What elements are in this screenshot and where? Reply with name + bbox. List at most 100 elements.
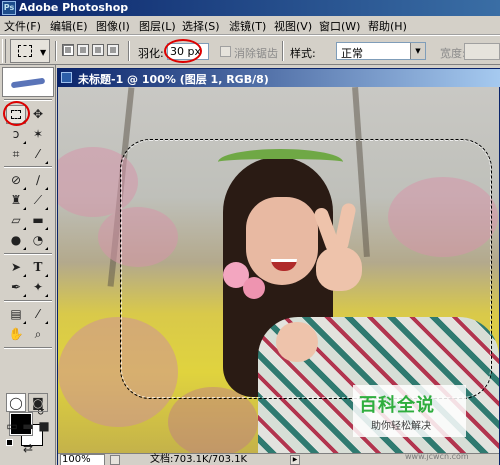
bandage-icon: ⊘	[10, 173, 22, 187]
slice-icon: ⁄	[36, 147, 39, 161]
jump-to-imageready-button[interactable]: ⇄	[6, 439, 50, 458]
width-label: 宽度:	[440, 47, 466, 60]
divider	[128, 41, 130, 61]
screen-mode-icon: ▬	[22, 419, 34, 433]
menu-window[interactable]: 窗口(W)	[319, 18, 360, 34]
gradient-icon: ▬	[32, 213, 44, 227]
notes-tool[interactable]: ▤	[6, 305, 26, 324]
rect-marquee-icon	[18, 45, 32, 57]
subtract-from-selection-button[interactable]	[92, 44, 104, 56]
menu-select[interactable]: 选择(S)	[182, 18, 220, 34]
menu-bar: 文件(F) 编辑(E) 图像(I) 图层(L) 选择(S) 滤镜(T) 视图(V…	[0, 16, 500, 35]
tool-preset-picker[interactable]: ▼	[10, 39, 50, 63]
move-icon: ✥	[32, 107, 44, 121]
add-to-selection-button[interactable]	[77, 44, 89, 56]
divider	[4, 300, 52, 302]
stamp-icon: ♜	[10, 193, 22, 207]
lasso-tool[interactable]: ↄ	[6, 125, 26, 144]
crop-tool[interactable]: ⌗	[6, 145, 26, 164]
quick-mask-button[interactable]: ◙	[28, 393, 48, 412]
blur-tool[interactable]: ●	[6, 231, 26, 250]
scroll-right-button[interactable]: ▶	[290, 455, 300, 465]
style-select-value: 正常	[341, 47, 363, 60]
style-select[interactable]: 正常 ▼	[336, 42, 426, 60]
intersect-selection-button[interactable]	[107, 44, 119, 56]
menu-help[interactable]: 帮助(H)	[368, 18, 407, 34]
magnifier-icon: ⌕	[34, 327, 42, 341]
zoom-tool[interactable]: ⌕	[28, 325, 48, 344]
document-title: 未标题-1 @ 100% (图层 1, RGB/8)	[78, 73, 269, 86]
divider	[4, 99, 52, 101]
clone-stamp-tool[interactable]: ♜	[6, 191, 26, 210]
screen-mode-standard[interactable]: ▭	[4, 417, 20, 436]
hand-tool[interactable]: ✋	[6, 325, 26, 344]
menu-file[interactable]: 文件(F)	[4, 18, 41, 34]
divider	[282, 41, 284, 61]
pen-icon: ✒	[10, 280, 22, 294]
crop-icon: ⌗	[12, 147, 20, 161]
path-selection-tool[interactable]: ➤	[6, 258, 26, 277]
pen-tool[interactable]: ✒	[6, 278, 26, 297]
menu-layer[interactable]: 图层(L)	[139, 18, 176, 34]
brush-tool[interactable]: ∕	[28, 171, 48, 190]
magic-wand-tool[interactable]: ✶	[28, 125, 48, 144]
gradient-tool[interactable]: ▬	[28, 211, 48, 230]
type-tool[interactable]: T	[28, 258, 48, 277]
standard-mode-icon: ◯	[9, 396, 23, 410]
history-brush-tool[interactable]: ⟋	[28, 191, 48, 210]
divider	[4, 166, 52, 168]
history-brush-icon: ⟋	[33, 193, 43, 207]
watermark-subtitle: 助你轻松解决	[371, 421, 431, 432]
antialias-label: 消除锯齿	[234, 47, 278, 60]
dodge-icon: ◔	[32, 233, 44, 247]
photoshop-app-icon: Ps	[2, 1, 16, 15]
antialias-checkbox[interactable]	[220, 46, 231, 57]
document-icon	[61, 72, 72, 83]
droplet-icon: ●	[10, 233, 22, 247]
note-icon: ▤	[10, 307, 22, 321]
healing-brush-tool[interactable]: ⊘	[6, 171, 26, 190]
chevron-down-icon: ▼	[40, 48, 47, 57]
menu-image[interactable]: 图像(I)	[96, 18, 130, 34]
rect-marquee-icon	[11, 110, 21, 119]
selection-marquee[interactable]	[120, 139, 492, 399]
screen-mode-full[interactable]: ■	[36, 417, 52, 436]
menu-filter[interactable]: 滤镜(T)	[229, 18, 266, 34]
options-bar-grip[interactable]	[2, 39, 6, 63]
chevron-down-icon: ▼	[410, 43, 425, 59]
watermark-title: 百科全说	[359, 395, 435, 416]
watermark-badge: 百科全说 助你轻松解决	[353, 385, 466, 437]
eraser-icon: ▱	[11, 213, 21, 227]
hand-icon: ✋	[8, 327, 24, 341]
options-bar: ▼ 羽化: 消除锯齿 样式: 正常 ▼ 宽度:	[0, 35, 500, 65]
eyedropper-icon: ⁄	[36, 307, 39, 321]
custom-shape-tool[interactable]: ✦	[28, 278, 48, 297]
menu-edit[interactable]: 编辑(E)	[50, 18, 88, 34]
eyedropper-tool[interactable]: ⁄	[28, 305, 48, 324]
shape-icon: ✦	[32, 280, 44, 294]
magic-wand-icon: ✶	[32, 127, 44, 141]
menu-view[interactable]: 视图(V)	[274, 18, 312, 34]
screen-mode-full-menu[interactable]: ▬	[20, 417, 36, 436]
standard-mode-button[interactable]: ◯	[6, 393, 26, 412]
imageready-icon: ⇄	[22, 441, 34, 455]
zoom-field[interactable]: 100%	[60, 454, 105, 465]
app-title-bar: Ps Adobe Photoshop	[0, 0, 500, 16]
eraser-tool[interactable]: ▱	[6, 211, 26, 230]
slice-tool[interactable]: ⁄	[28, 145, 48, 164]
toolbox-header[interactable]	[2, 67, 54, 97]
arrow-cursor-icon: ➤	[10, 260, 22, 274]
feather-input[interactable]	[167, 43, 209, 60]
status-menu-button[interactable]	[110, 455, 120, 465]
style-label: 样式:	[290, 47, 316, 60]
rect-marquee-tool[interactable]	[6, 105, 26, 124]
dodge-tool[interactable]: ◔	[28, 231, 48, 250]
new-selection-button[interactable]	[62, 44, 74, 56]
move-tool[interactable]: ✥	[28, 105, 48, 124]
divider	[4, 347, 52, 349]
document-size-info: 文档:703.1K/703.1K	[150, 454, 248, 465]
width-input[interactable]	[464, 43, 500, 60]
app-title: Adobe Photoshop	[19, 1, 129, 14]
feather-label: 羽化:	[138, 47, 164, 60]
document-title-bar[interactable]: 未标题-1 @ 100% (图层 1, RGB/8)	[58, 69, 500, 87]
